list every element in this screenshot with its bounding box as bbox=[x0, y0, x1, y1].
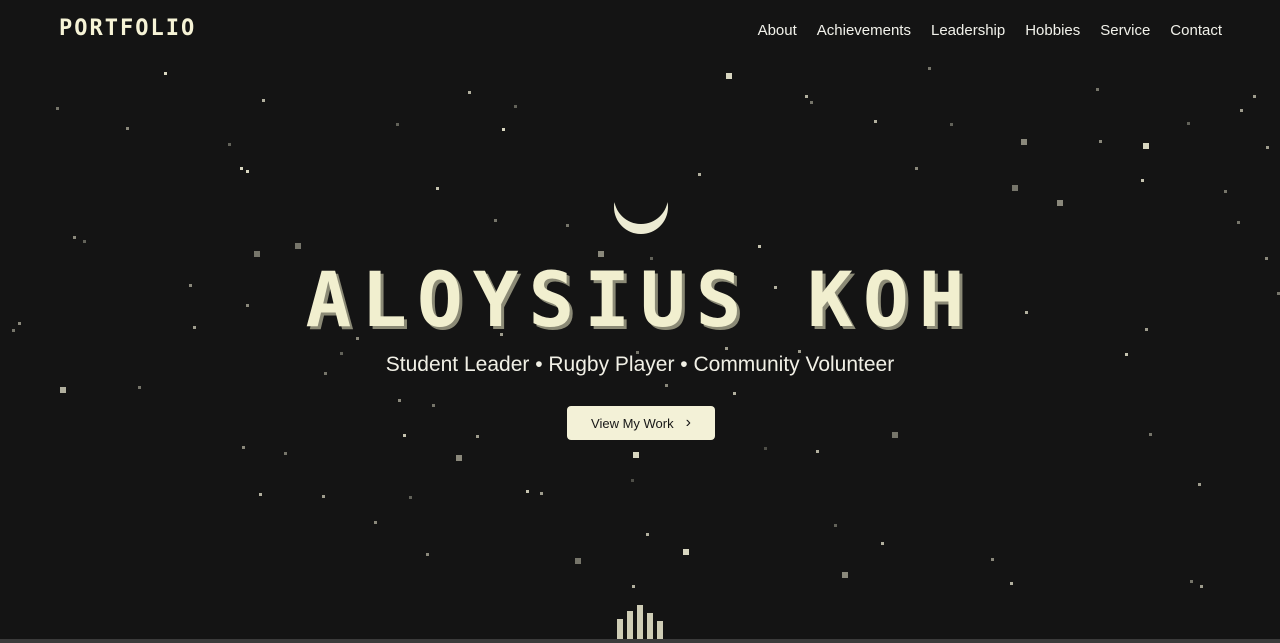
hero-name: ALOYSIUS KOH bbox=[305, 255, 975, 344]
star bbox=[725, 347, 728, 350]
star bbox=[540, 492, 543, 495]
star bbox=[526, 490, 529, 493]
star bbox=[436, 187, 439, 190]
star bbox=[733, 392, 736, 395]
star bbox=[396, 123, 399, 126]
star bbox=[991, 558, 994, 561]
star bbox=[374, 521, 377, 524]
star bbox=[810, 101, 813, 104]
hero-subtitle: Student Leader • Rugby Player • Communit… bbox=[385, 353, 895, 376]
star bbox=[834, 524, 837, 527]
star bbox=[1266, 146, 1269, 149]
star bbox=[259, 493, 262, 496]
star bbox=[426, 553, 429, 556]
star bbox=[60, 387, 66, 393]
star bbox=[631, 479, 634, 482]
star bbox=[1190, 580, 1193, 583]
chevron-right-icon: › bbox=[685, 414, 691, 431]
star bbox=[1237, 221, 1240, 224]
star bbox=[295, 243, 301, 249]
view-my-work-button[interactable]: View My Work › bbox=[567, 406, 715, 440]
star bbox=[138, 386, 141, 389]
nav-leadership[interactable]: Leadership bbox=[931, 22, 1005, 39]
star bbox=[1057, 200, 1063, 206]
star bbox=[1149, 433, 1152, 436]
star bbox=[242, 446, 245, 449]
star bbox=[246, 170, 249, 173]
star bbox=[928, 67, 931, 70]
star bbox=[1021, 139, 1027, 145]
star bbox=[240, 167, 243, 170]
star bbox=[633, 452, 639, 458]
star bbox=[228, 143, 231, 146]
site-logo[interactable]: PORTFOLIO bbox=[59, 16, 196, 41]
nav-hobbies[interactable]: Hobbies bbox=[1025, 22, 1080, 39]
star bbox=[476, 435, 479, 438]
star bbox=[1187, 122, 1190, 125]
nav-contact[interactable]: Contact bbox=[1170, 22, 1222, 39]
star bbox=[1198, 483, 1201, 486]
star bbox=[758, 245, 761, 248]
star bbox=[1012, 185, 1018, 191]
nav-achievements[interactable]: Achievements bbox=[817, 22, 911, 39]
star bbox=[514, 105, 517, 108]
star bbox=[1200, 585, 1203, 588]
star bbox=[1240, 109, 1243, 112]
star bbox=[842, 572, 848, 578]
star bbox=[1224, 190, 1227, 193]
star bbox=[73, 236, 76, 239]
star bbox=[915, 167, 918, 170]
cta-label: View My Work bbox=[591, 415, 674, 431]
nav-service[interactable]: Service bbox=[1100, 22, 1150, 39]
star bbox=[126, 127, 129, 130]
star bbox=[764, 447, 767, 450]
crescent-moon-icon bbox=[614, 184, 668, 234]
star bbox=[892, 432, 898, 438]
site-header: PORTFOLIO About Achievements Leadership … bbox=[0, 0, 1280, 62]
star bbox=[632, 585, 635, 588]
star bbox=[726, 73, 732, 79]
star bbox=[665, 384, 668, 387]
star bbox=[56, 107, 59, 110]
star bbox=[262, 99, 265, 102]
star bbox=[1096, 88, 1099, 91]
star bbox=[456, 455, 462, 461]
star bbox=[874, 120, 877, 123]
star bbox=[816, 450, 819, 453]
star bbox=[409, 496, 412, 499]
star bbox=[398, 399, 401, 402]
star bbox=[1141, 179, 1144, 182]
star bbox=[322, 495, 325, 498]
star bbox=[164, 72, 167, 75]
equalizer-bars-icon bbox=[617, 605, 665, 639]
star bbox=[805, 95, 808, 98]
star bbox=[646, 533, 649, 536]
star bbox=[575, 558, 581, 564]
star bbox=[403, 434, 406, 437]
star bbox=[468, 91, 471, 94]
star bbox=[83, 240, 86, 243]
star bbox=[1010, 582, 1013, 585]
star bbox=[1253, 95, 1256, 98]
star bbox=[881, 542, 884, 545]
main-nav: About Achievements Leadership Hobbies Se… bbox=[758, 22, 1222, 39]
star bbox=[566, 224, 569, 227]
bottom-border bbox=[0, 639, 1280, 643]
star bbox=[698, 173, 701, 176]
star bbox=[683, 549, 689, 555]
star bbox=[494, 219, 497, 222]
star bbox=[432, 404, 435, 407]
star bbox=[950, 123, 953, 126]
star bbox=[284, 452, 287, 455]
star bbox=[1099, 140, 1102, 143]
star bbox=[502, 128, 505, 131]
nav-about[interactable]: About bbox=[758, 22, 797, 39]
star bbox=[1143, 143, 1149, 149]
